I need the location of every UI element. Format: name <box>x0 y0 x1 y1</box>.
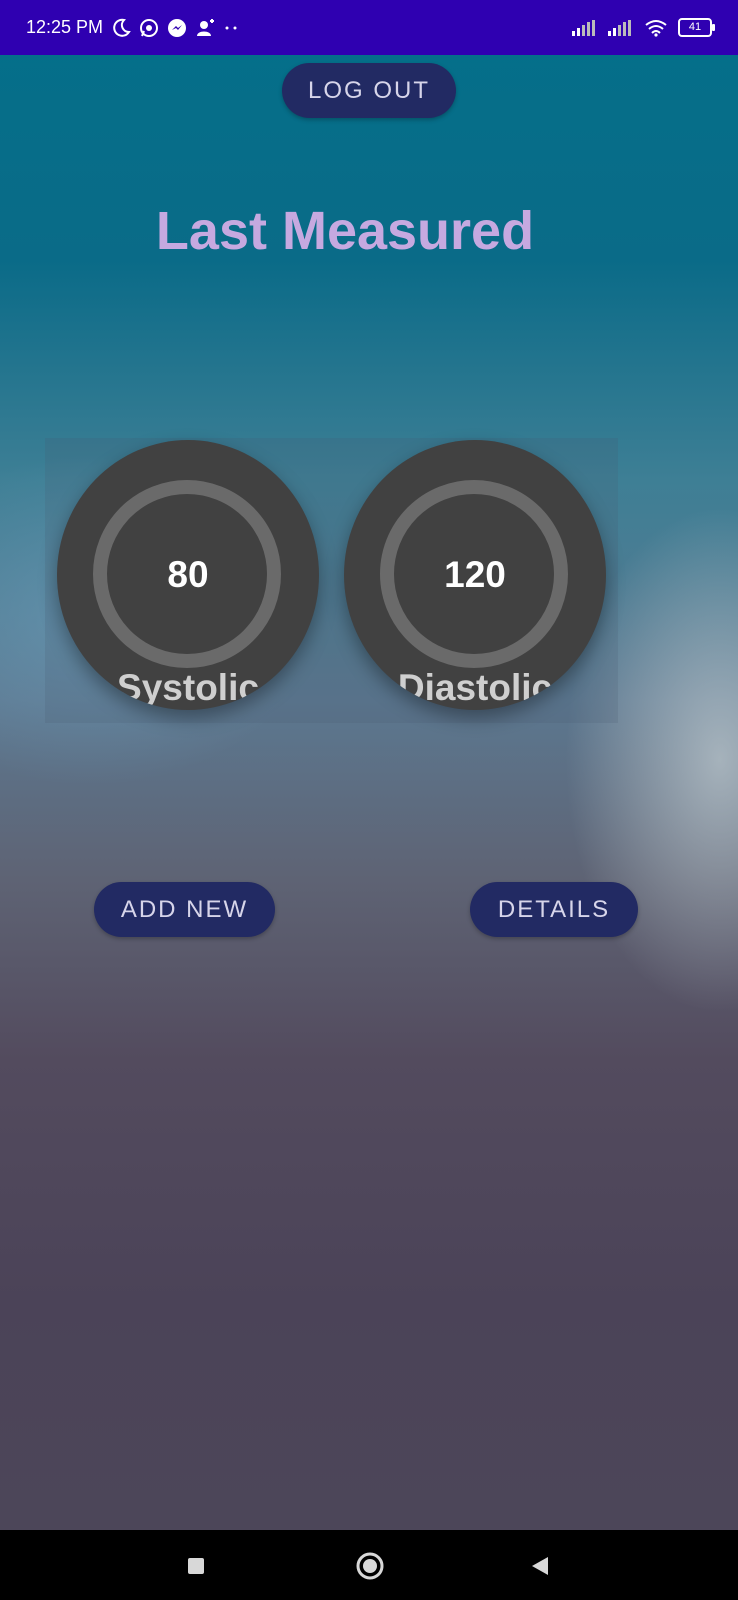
signal-icon <box>608 19 634 36</box>
status-bar: 12:25 PM 41 <box>0 0 738 55</box>
recent-apps-icon[interactable] <box>180 1550 212 1582</box>
moon-icon <box>111 18 131 38</box>
person-add-icon <box>195 18 215 38</box>
systolic-gauge: 80 Systolic <box>57 440 319 710</box>
details-button[interactable]: DETAILS <box>470 882 638 937</box>
logout-button[interactable]: LOG OUT <box>282 63 456 118</box>
messenger-icon <box>167 18 187 38</box>
diastolic-gauge: 120 Diastolic <box>344 440 606 710</box>
status-time: 12:25 PM <box>26 17 104 37</box>
diastolic-label: Diastolic <box>397 667 553 708</box>
back-icon[interactable] <box>524 1550 556 1582</box>
navigation-bar <box>0 1530 738 1600</box>
wifi-icon <box>644 19 668 37</box>
battery-level: 41 <box>688 21 702 33</box>
battery-icon: 41 <box>678 18 715 37</box>
more-dots-icon <box>223 23 239 33</box>
page-title: Last Measured <box>155 201 535 261</box>
whatsapp-icon <box>139 18 159 38</box>
systolic-label: Systolic <box>117 667 259 708</box>
status-left: 12:25 PM <box>26 17 239 38</box>
status-right: 41 <box>572 18 715 37</box>
add-new-button[interactable]: ADD NEW <box>94 882 275 937</box>
signal-icon <box>572 19 598 36</box>
home-icon[interactable] <box>352 1548 388 1584</box>
